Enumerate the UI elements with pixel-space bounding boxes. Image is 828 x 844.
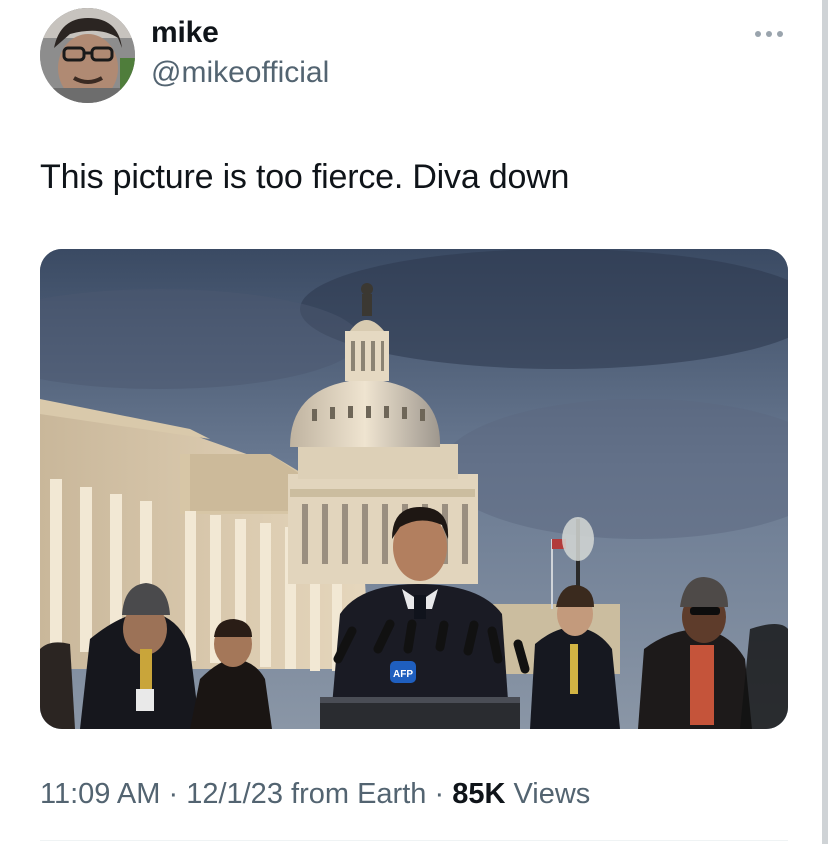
scrollbar-edge <box>822 0 828 844</box>
author-avatar[interactable] <box>40 8 135 103</box>
views-count[interactable]: 85K <box>452 778 505 810</box>
tweet-photo[interactable]: AFP <box>40 249 788 729</box>
meta-separator: · <box>168 778 179 810</box>
more-dots-icon <box>755 31 783 37</box>
tweet-source: from Earth <box>291 778 427 810</box>
author-handle[interactable]: @mikeofficial <box>151 56 329 90</box>
press-conference-photo: AFP <box>40 249 788 729</box>
author-display-name[interactable]: mike <box>151 16 219 50</box>
tweet-time[interactable]: 11:09 AM <box>40 778 160 810</box>
tweet-card: mike @mikeofficial This picture is too f… <box>0 0 822 844</box>
more-options-button[interactable] <box>748 18 790 50</box>
tweet-meta: 11:09 AM · 12/1/23 from Earth · 85K View… <box>40 778 590 811</box>
afp-mic-flag: AFP <box>393 669 413 680</box>
meta-separator: · <box>434 778 445 810</box>
avatar-photo <box>40 8 135 103</box>
views-label: Views <box>513 778 591 810</box>
divider <box>40 840 788 841</box>
tweet-date[interactable]: 12/1/23 <box>186 778 283 810</box>
tweet-text: This picture is too fierce. Diva down <box>40 158 570 196</box>
